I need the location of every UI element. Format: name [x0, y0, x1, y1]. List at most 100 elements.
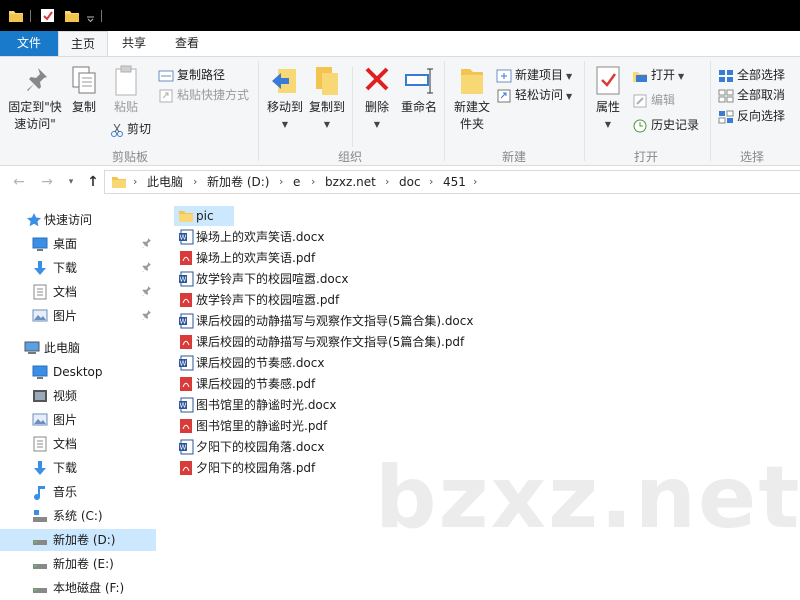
nav-item-label: 下载 — [53, 261, 78, 275]
computer-icon — [24, 341, 40, 354]
organize-group-label: 组织 — [337, 150, 362, 164]
pin-icon[interactable] — [142, 237, 152, 249]
breadcrumb-e[interactable]: e — [293, 171, 300, 193]
select-all-button[interactable]: 全部选择 — [718, 65, 785, 85]
recent-locations-chevron-icon[interactable]: ▾ — [62, 173, 80, 191]
file-item[interactable]: 图书馆里的静谧时光.pdf — [174, 416, 474, 436]
breadcrumb-separator-icon[interactable]: › — [473, 171, 477, 193]
back-arrow-icon[interactable]: ← — [10, 173, 28, 191]
nav-item-documents-pc[interactable]: 文档 — [0, 433, 156, 455]
folder-item[interactable]: pic — [174, 206, 234, 226]
nav-this-pc[interactable]: 此电脑 — [0, 337, 156, 359]
nav-item-drive-d[interactable]: 新加卷 (D:) — [0, 529, 156, 551]
invert-selection-button[interactable]: 反向选择 — [718, 106, 785, 126]
chevron-down-icon: ▼ — [281, 120, 289, 129]
tab-file[interactable]: 文件 — [0, 31, 58, 56]
tab-share[interactable]: 共享 — [110, 31, 158, 56]
nav-item-pictures[interactable]: 图片 — [0, 305, 156, 327]
nav-item-desktop[interactable]: 桌面 — [0, 233, 156, 255]
nav-item-documents[interactable]: 文档 — [0, 281, 156, 303]
easy-access-label: 轻松访问 — [515, 88, 564, 102]
properties-button[interactable]: 属性 ▼ — [590, 65, 626, 133]
pin-icon[interactable] — [142, 261, 152, 273]
new-item-button[interactable]: 新建项目 ▼ — [496, 65, 572, 85]
file-item[interactable]: W 图书馆里的静谧时光.docx — [174, 395, 474, 415]
cut-button[interactable]: 剪切 — [110, 119, 151, 139]
file-name: 课后校园的动静描写与观察作文指导(5篇合集).pdf — [196, 335, 465, 349]
invert-selection-icon — [718, 110, 734, 123]
nav-item-desktop-pc[interactable]: Desktop — [0, 361, 156, 383]
history-button[interactable]: 历史记录 — [632, 115, 699, 135]
word-document-icon: W — [179, 355, 194, 371]
pin-icon[interactable] — [142, 285, 152, 297]
properties-icon[interactable] — [40, 8, 55, 23]
folder-icon[interactable] — [8, 8, 24, 23]
pin-to-quick-access-button[interactable]: 固定到"快速访问" — [4, 65, 66, 133]
nav-item-pictures-pc[interactable]: 图片 — [0, 409, 156, 431]
forward-arrow-icon[interactable]: → — [38, 173, 56, 191]
breadcrumb-separator-icon[interactable]: › — [311, 171, 315, 193]
new-folder-button[interactable]: 新建文件夹 — [450, 65, 494, 133]
breadcrumb-separator-icon[interactable]: › — [385, 171, 389, 193]
group-separator — [258, 61, 259, 161]
paste-button[interactable]: 粘贴 — [106, 65, 146, 116]
word-document-icon: W — [179, 313, 194, 329]
file-item[interactable]: 夕阳下的校园角落.pdf — [174, 458, 474, 478]
file-explorer-window: 文件 主页 共享 查看 固定到"快速访问" 复制 粘贴 复制路径 粘贴快捷方式 … — [0, 0, 800, 600]
breadcrumb-doc[interactable]: doc — [399, 171, 421, 193]
breadcrumb-separator-icon[interactable]: › — [193, 171, 197, 193]
nav-item-downloads[interactable]: 下载 — [0, 257, 156, 279]
address-bar[interactable]: › 此电脑 › 新加卷 (D:) › e › bzxz.net › doc › … — [104, 170, 800, 194]
file-item[interactable]: 操场上的欢声笑语.pdf — [174, 248, 474, 268]
breadcrumb-this-pc[interactable]: 此电脑 — [147, 171, 183, 193]
move-to-button[interactable]: 移动到 ▼ — [264, 65, 306, 133]
copy-button[interactable]: 复制 — [66, 65, 102, 116]
select-none-button[interactable]: 全部取消 — [718, 85, 785, 105]
nav-item-drive-c[interactable]: 系统 (C:) — [0, 505, 156, 527]
edit-button[interactable]: 编辑 — [632, 90, 675, 110]
file-item[interactable]: W 课后校园的动静描写与观察作文指导(5篇合集).docx — [174, 311, 474, 331]
tab-view[interactable]: 查看 — [162, 31, 212, 56]
breadcrumb-bzxz-net[interactable]: bzxz.net — [325, 171, 376, 193]
pdf-icon — [180, 293, 192, 307]
nav-item-label: 图片 — [53, 309, 78, 323]
new-group-label: 新建 — [501, 150, 526, 164]
nav-quick-access[interactable]: 快速访问 — [0, 209, 156, 231]
up-arrow-icon[interactable]: ↑ — [84, 173, 102, 191]
file-item[interactable]: 课后校园的节奏感.pdf — [174, 374, 474, 394]
open-button[interactable]: 打开 ▼ — [632, 65, 684, 85]
breadcrumb-drive-d[interactable]: 新加卷 (D:) — [207, 171, 269, 193]
pdf-icon — [180, 419, 192, 433]
copy-to-button[interactable]: 复制到 ▼ — [306, 65, 348, 133]
tab-home[interactable]: 主页 — [58, 31, 108, 57]
new-folder-icon[interactable] — [64, 8, 80, 23]
quick-access-toolbar-dropdown-icon[interactable] — [86, 8, 95, 23]
ribbon-tabs: 文件 主页 共享 查看 — [0, 31, 800, 57]
nav-item-videos[interactable]: 视频 — [0, 385, 156, 407]
chevron-down-icon: ▼ — [678, 72, 685, 81]
easy-access-button[interactable]: 轻松访问 ▼ — [496, 85, 572, 105]
file-name: 夕阳下的校园角落.pdf — [196, 461, 316, 475]
file-item[interactable]: W 放学铃声下的校园喧嚣.docx — [174, 269, 474, 289]
breadcrumb-separator-icon[interactable]: › — [133, 171, 137, 193]
file-item[interactable]: 课后校园的动静描写与观察作文指导(5篇合集).pdf — [174, 332, 474, 352]
file-item[interactable]: 放学铃声下的校园喧嚣.pdf — [174, 290, 474, 310]
svg-text:W: W — [180, 234, 187, 242]
file-name: 放学铃声下的校园喧嚣.docx — [196, 272, 349, 286]
paste-shortcut-button[interactable]: 粘贴快捷方式 — [158, 85, 249, 105]
file-item[interactable]: W 操场上的欢声笑语.docx — [174, 227, 474, 247]
copy-path-button[interactable]: 复制路径 — [158, 65, 225, 85]
nav-item-drive-f[interactable]: 本地磁盘 (F:) — [0, 577, 156, 599]
file-item[interactable]: W 课后校园的节奏感.docx — [174, 353, 474, 373]
breadcrumb-separator-icon[interactable]: › — [429, 171, 433, 193]
nav-item-downloads-pc[interactable]: 下载 — [0, 457, 156, 479]
rename-button[interactable]: 重命名 — [398, 65, 440, 116]
pin-icon[interactable] — [142, 309, 152, 321]
breadcrumb-451[interactable]: 451 — [443, 171, 466, 193]
breadcrumb-separator-icon[interactable]: › — [279, 171, 283, 193]
nav-item-music[interactable]: 音乐 — [0, 481, 156, 503]
pin-to-quick-access-label: 固定到"快速访问" — [8, 100, 62, 131]
nav-item-drive-e[interactable]: 新加卷 (E:) — [0, 553, 156, 575]
delete-button[interactable]: 删除 ▼ — [358, 65, 396, 133]
file-item[interactable]: W 夕阳下的校园角落.docx — [174, 437, 474, 457]
